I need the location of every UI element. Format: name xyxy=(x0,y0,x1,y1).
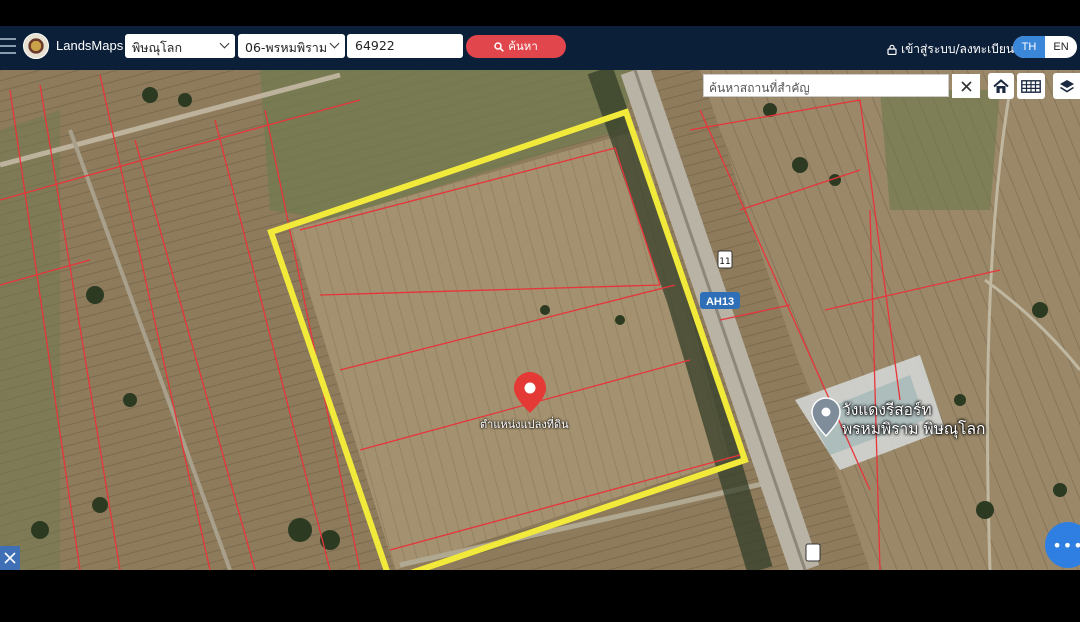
district-select[interactable]: 06-พรหมพิราม xyxy=(238,34,345,58)
login-link[interactable]: เข้าสู่ระบบ/ลงทะเบียน xyxy=(887,40,1014,59)
home-icon xyxy=(993,78,1009,93)
field-area xyxy=(880,90,1000,210)
province-select[interactable]: พิษณุโลก xyxy=(125,34,235,58)
login-label: เข้าสู่ระบบ/ลงทะเบียน xyxy=(901,42,1015,56)
poi-label[interactable]: วังแดงรีสอร์ท พรหมพิราม พิษณุโลก xyxy=(842,401,985,439)
pin-label: ตำแหน่งแปลงที่ดิน xyxy=(480,418,569,431)
grid-icon xyxy=(1021,79,1041,93)
language-toggle: TH EN xyxy=(1013,36,1077,58)
place-search-placeholder: ค้นหาสถานที่สำคัญ xyxy=(709,81,810,95)
ah13-label: AH13 xyxy=(706,296,734,308)
poi-label-line1: วังแดงรีสอร์ท xyxy=(842,401,932,419)
district-value: 06-พรหมพิราม xyxy=(245,40,328,55)
grid-toggle-button[interactable] xyxy=(1017,73,1045,99)
navbar: LandsMaps พิษณุโลก 06-พรหมพิราม 64922 ค้… xyxy=(0,26,1080,70)
layers-button[interactable] xyxy=(1053,73,1080,99)
collapse-panel-button[interactable] xyxy=(0,546,20,570)
lang-th-button[interactable]: TH xyxy=(1013,36,1045,58)
search-button-label: ค้นหา xyxy=(508,38,538,53)
map-view[interactable]: 11 AH13 ตำแหน่งแปลงที่ดิน วังแดงรีสอร์ท … xyxy=(0,70,1080,570)
search-icon xyxy=(494,41,505,52)
lang-en-button[interactable]: EN xyxy=(1045,36,1077,58)
search-button[interactable]: ค้นหา xyxy=(466,35,566,58)
chevron-down-icon xyxy=(219,38,230,49)
bottom-black-band xyxy=(0,570,1080,622)
layers-icon xyxy=(1059,79,1074,92)
satellite-map[interactable]: 11 AH13 xyxy=(0,70,1080,570)
parcel-number-value: 64922 xyxy=(355,38,395,53)
landsmaps-app: LandsMaps พิษณุโลก 06-พรหมพิราม 64922 ค้… xyxy=(0,0,1080,622)
highway-shield-icon xyxy=(805,543,821,562)
chevron-down-icon xyxy=(329,38,340,49)
menu-icon[interactable] xyxy=(0,38,16,56)
province-value: พิษณุโลก xyxy=(132,40,183,55)
top-black-band xyxy=(0,0,1080,26)
field-area xyxy=(0,110,60,570)
lock-icon xyxy=(887,44,897,55)
clear-search-button[interactable] xyxy=(952,74,980,98)
close-icon xyxy=(4,552,16,564)
landsmaps-logo xyxy=(23,33,49,59)
poi-label-line2: พรหมพิราม พิษณุโลก xyxy=(842,420,986,438)
home-button[interactable] xyxy=(988,73,1014,99)
close-icon xyxy=(960,80,972,92)
parcel-number-input[interactable]: 64922 xyxy=(347,34,463,58)
highway-number-label: 11 xyxy=(719,257,730,267)
place-search-input[interactable]: ค้นหาสถานที่สำคัญ xyxy=(703,74,949,97)
brand-name: LandsMaps xyxy=(56,38,124,53)
